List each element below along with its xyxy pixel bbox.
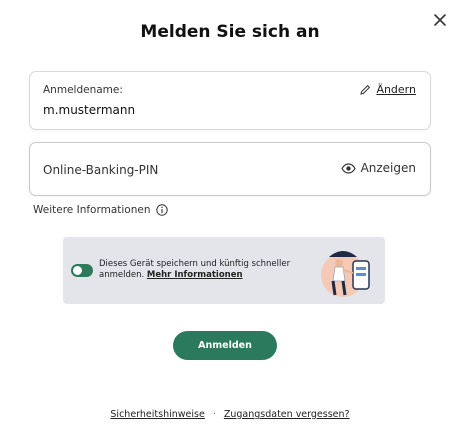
more-info-label: Weitere Informationen — [33, 204, 151, 216]
remember-device-banner: Dieses Gerät speichern und künftig schne… — [63, 237, 385, 304]
forgot-credentials-link[interactable]: Zugangsdaten vergessen? — [224, 409, 350, 420]
show-pin-label: Anzeigen — [360, 161, 416, 175]
toggle-knob — [73, 266, 82, 275]
pin-field[interactable]: Online-Banking-PIN Anzeigen — [29, 142, 431, 196]
username-label: Anmeldename: — [43, 84, 123, 96]
more-information-link[interactable]: Mehr Informationen — [147, 270, 243, 280]
username-card: Anmeldename: m.mustermann Ändern — [29, 71, 431, 130]
login-button[interactable]: Anmelden — [173, 331, 277, 360]
close-icon[interactable] — [432, 12, 448, 28]
remember-device-toggle[interactable] — [71, 264, 93, 277]
more-info-link[interactable]: Weitere Informationen — [33, 204, 168, 216]
person-with-phone-illustration — [321, 251, 370, 297]
change-username-button[interactable]: Ändern — [359, 83, 416, 96]
footer-separator: · — [212, 409, 216, 420]
info-icon — [155, 204, 168, 216]
pencil-icon — [360, 84, 371, 95]
dialog-title: Melden Sie sich an — [140, 22, 320, 42]
remember-device-text: Dieses Gerät speichern und künftig schne… — [99, 259, 309, 281]
username-value: m.mustermann — [43, 103, 136, 117]
footer-links: Sicherheitshinweise · Zugangsdaten vergess… — [0, 409, 460, 420]
eye-icon — [340, 162, 356, 174]
security-notes-link[interactable]: Sicherheitshinweise — [110, 409, 204, 420]
show-pin-button[interactable]: Anzeigen — [340, 161, 416, 175]
pin-placeholder: Online-Banking-PIN — [43, 163, 159, 177]
change-username-label: Ändern — [376, 83, 416, 96]
